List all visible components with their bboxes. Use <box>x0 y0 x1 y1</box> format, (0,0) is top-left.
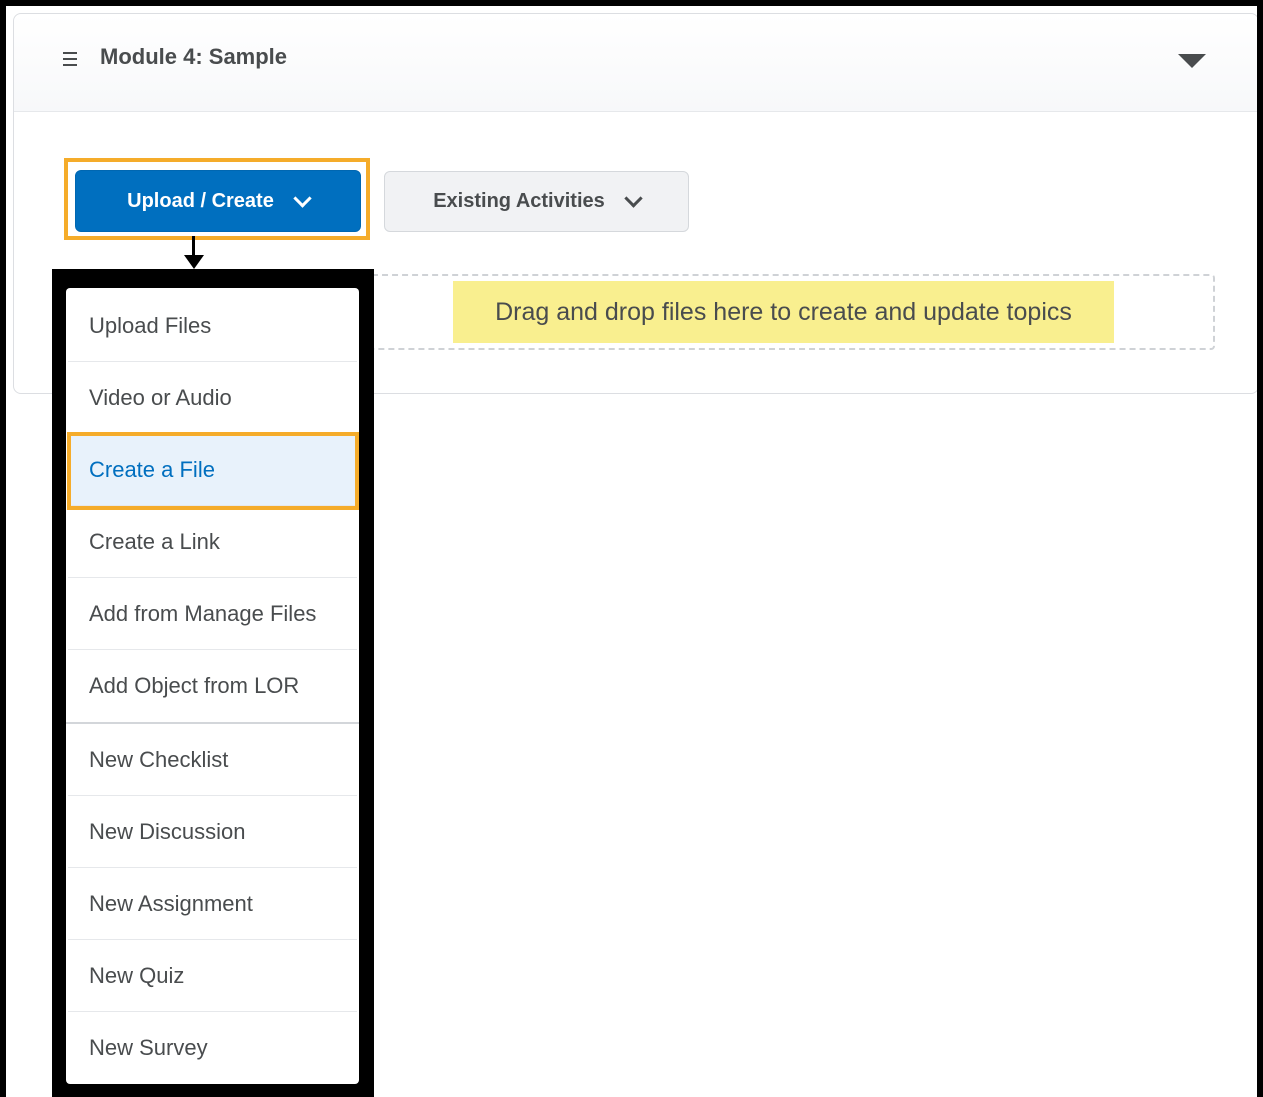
menu-item-lor[interactable]: Add Object from LOR <box>68 650 357 722</box>
menu-item-new-assignment[interactable]: New Assignment <box>68 868 357 940</box>
chevron-down-icon <box>293 188 312 208</box>
menu-item-video-audio[interactable]: Video or Audio <box>68 362 357 434</box>
menu-item-create-link[interactable]: Create a Link <box>68 506 357 578</box>
module-header[interactable]: Module 4: Sample <box>14 14 1258 112</box>
menu-item-new-discussion[interactable]: New Discussion <box>68 796 357 868</box>
menu-item-new-quiz[interactable]: New Quiz <box>68 940 357 1012</box>
menu-item-new-checklist[interactable]: New Checklist <box>68 724 357 796</box>
menu-item-create-file[interactable]: Create a File <box>68 434 357 506</box>
existing-activities-label: Existing Activities <box>433 190 605 212</box>
collapse-triangle-icon[interactable] <box>1178 54 1206 68</box>
upload-create-label: Upload / Create <box>127 189 274 212</box>
upload-create-menu: Upload Files Video or Audio Create a Fil… <box>66 288 359 1084</box>
menu-item-manage-files[interactable]: Add from Manage Files <box>68 578 357 650</box>
upload-create-button[interactable]: Upload / Create <box>75 170 361 232</box>
chevron-down-icon <box>624 189 643 208</box>
existing-activities-button[interactable]: Existing Activities <box>384 171 689 232</box>
module-title: Module 4: Sample <box>100 44 288 69</box>
drag-handle-icon[interactable] <box>63 52 77 66</box>
menu-item-new-survey[interactable]: New Survey <box>68 1012 357 1084</box>
menu-item-upload-files[interactable]: Upload Files <box>68 290 357 362</box>
annotation-arrow-head-icon <box>184 255 204 269</box>
dropzone-text: Drag and drop files here to create and u… <box>453 281 1114 343</box>
